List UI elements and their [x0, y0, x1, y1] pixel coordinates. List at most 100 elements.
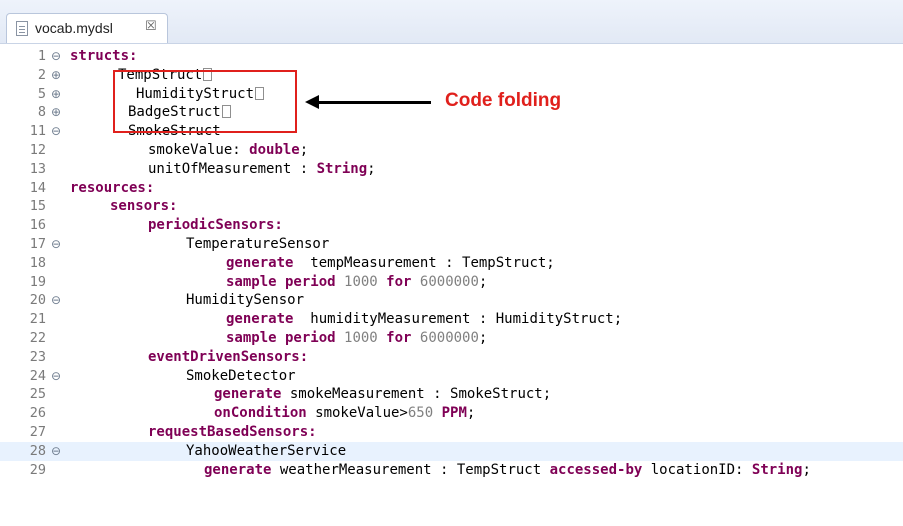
- code-editor: vocab.mydsl ☒ 1 ⊖ structs: 2 ⊕ TempStruct 5 ⊕ Hu…: [0, 0, 903, 526]
- fold-collapse-icon[interactable]: ⊖: [51, 291, 61, 310]
- code-line[interactable]: 1 ⊖ structs:: [0, 47, 903, 66]
- code-text: structs:: [70, 47, 137, 66]
- code-text: unitOfMeasurement : String;: [148, 160, 376, 179]
- code-line[interactable]: 14 resources:: [0, 179, 903, 198]
- annotation-arrow: [318, 101, 431, 104]
- keyword-token: resources:: [70, 179, 155, 196]
- line-number: 22: [29, 329, 46, 346]
- code-line[interactable]: 24 ⊖ SmokeDetector: [0, 367, 903, 386]
- code-token: SmokeDetector: [186, 367, 296, 384]
- code-line[interactable]: 20 ⊖ HumiditySensor: [0, 291, 903, 310]
- file-icon: [16, 21, 28, 36]
- line-number: 27: [29, 423, 46, 440]
- code-token: locationID:: [642, 461, 752, 478]
- code-line[interactable]: 21 generate humidityMeasurement : Humidit…: [0, 310, 903, 329]
- code-token: smokeMeasurement : SmokeStruct;: [281, 386, 552, 403]
- close-icon[interactable]: ☒: [145, 19, 157, 34]
- code-line[interactable]: 12 smokeValue: double;: [0, 141, 903, 160]
- line-number: 8: [37, 104, 46, 121]
- keyword-token: sensors:: [110, 198, 178, 215]
- fold-collapse-icon[interactable]: ⊖: [51, 47, 61, 66]
- code-text: YahooWeatherService: [186, 442, 346, 461]
- number-token: 1000: [344, 273, 378, 290]
- code-line-current[interactable]: 28 ⊖ YahooWeatherService: [0, 441, 903, 461]
- editor-tab[interactable]: vocab.mydsl ☒: [6, 13, 168, 43]
- line-number: 2: [37, 66, 46, 83]
- keyword-token: sample period: [226, 329, 336, 346]
- tab-title: vocab.mydsl: [35, 20, 113, 36]
- keyword-token: generate: [214, 386, 282, 403]
- code-text: sample period 1000 for 6000000;: [226, 273, 487, 292]
- code-line[interactable]: 13 unitOfMeasurement : String;: [0, 160, 903, 179]
- code-line[interactable]: 17 ⊖ TemperatureSensor: [0, 235, 903, 254]
- line-number: 18: [29, 254, 46, 271]
- code-text: generate tempMeasurement : TempStruct;: [226, 254, 555, 273]
- fold-expand-icon[interactable]: ⊕: [51, 66, 61, 85]
- fold-expand-icon[interactable]: ⊕: [51, 103, 61, 122]
- code-line[interactable]: 18 generate tempMeasurement : TempStruct;: [0, 254, 903, 273]
- keyword-token: periodicSensors:: [148, 217, 283, 234]
- fold-collapse-icon[interactable]: ⊖: [51, 235, 61, 254]
- code-line[interactable]: 19 sample period 1000 for 6000000;: [0, 273, 903, 292]
- keyword-token: eventDrivenSensors:: [148, 348, 309, 365]
- code-line[interactable]: 23 eventDrivenSensors:: [0, 348, 903, 367]
- fold-collapse-icon[interactable]: ⊖: [51, 367, 61, 386]
- code-token: ;: [802, 461, 811, 478]
- number-token: 6000000: [419, 273, 479, 290]
- code-line[interactable]: 27 requestBasedSensors:: [0, 423, 903, 442]
- code-line[interactable]: 15 sensors:: [0, 197, 903, 216]
- code-text: sensors:: [110, 197, 177, 216]
- code-text: SmokeDetector: [186, 367, 296, 386]
- line-number: 25: [29, 386, 46, 403]
- code-token: YahooWeatherService: [186, 442, 347, 459]
- line-number: 21: [29, 311, 46, 328]
- annotation-label: Code folding: [445, 90, 562, 111]
- line-number: 13: [29, 160, 46, 177]
- code-text: HumiditySensor: [186, 291, 304, 310]
- code-text: generate smokeMeasurement : SmokeStruct;: [214, 385, 551, 404]
- keyword-token: for: [386, 273, 412, 290]
- line-number: 28: [29, 442, 46, 459]
- number-token: 6000000: [419, 329, 479, 346]
- code-text: smokeValue: double;: [148, 141, 308, 160]
- code-line[interactable]: 26 onCondition smokeValue>650 PPM;: [0, 404, 903, 423]
- line-number: 20: [29, 292, 46, 309]
- line-number: 29: [29, 461, 46, 478]
- code-text: resources:: [70, 179, 154, 198]
- code-line[interactable]: 22 sample period 1000 for 6000000;: [0, 329, 903, 348]
- line-number: 19: [29, 273, 46, 290]
- code-line[interactable]: 29 generate weatherMeasurement : TempStru…: [0, 461, 903, 480]
- keyword-token: for: [386, 329, 412, 346]
- fold-expand-icon[interactable]: ⊕: [51, 85, 61, 104]
- line-number: 23: [29, 348, 46, 365]
- fold-collapse-icon[interactable]: ⊖: [51, 122, 61, 141]
- code-line[interactable]: 16 periodicSensors:: [0, 216, 903, 235]
- code-text: onCondition smokeValue>650 PPM;: [214, 404, 475, 423]
- code-token: tempMeasurement : TempStruct;: [293, 254, 555, 271]
- code-token: ;: [478, 329, 488, 346]
- number-token: 650: [407, 405, 434, 422]
- code-line[interactable]: 25 generate smokeMeasurement : SmokeStruc…: [0, 385, 903, 404]
- line-number: 11: [29, 123, 46, 140]
- code-text: generate weatherMeasurement : TempStruct…: [204, 461, 811, 480]
- keyword-token: generate: [226, 254, 294, 271]
- code-folding-highlight-box: [113, 70, 297, 133]
- line-number: 26: [29, 405, 46, 422]
- keyword-token: requestBasedSensors:: [148, 423, 317, 440]
- code-token: ;: [466, 405, 476, 422]
- code-token: humidityMeasurement : HumidityStruct;: [293, 311, 623, 328]
- line-number: 14: [29, 179, 46, 196]
- line-number: 5: [37, 85, 46, 102]
- editor-tab-bar: vocab.mydsl ☒: [0, 0, 903, 44]
- code-token: smokeValue>: [306, 405, 408, 422]
- code-token: unitOfMeasurement :: [148, 160, 317, 177]
- fold-collapse-icon[interactable]: ⊖: [51, 442, 61, 461]
- line-number: 12: [29, 141, 46, 158]
- keyword-token: String: [751, 461, 803, 478]
